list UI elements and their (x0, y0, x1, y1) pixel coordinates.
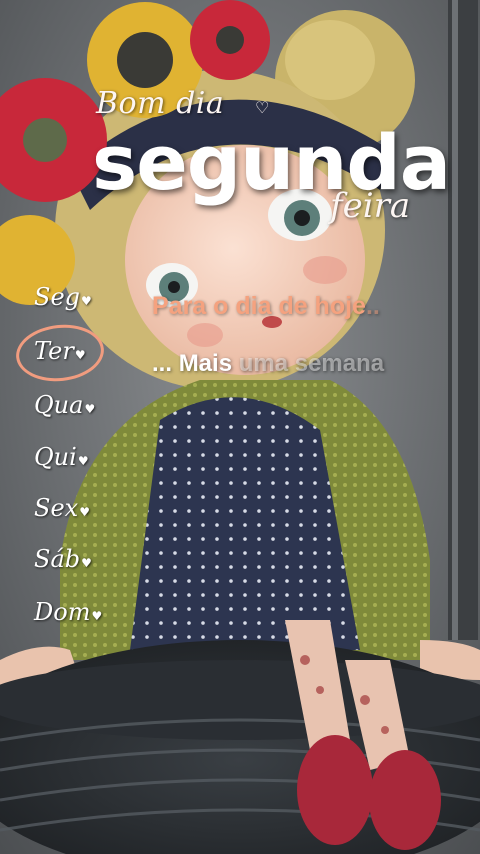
weekday-sex: Sex♥ (34, 494, 90, 522)
weekday-sab: Sáb♥ (34, 545, 92, 573)
caption-line-1-trail: .. (365, 292, 380, 320)
weekday-dom: Dom♥ (34, 598, 103, 626)
caption-line-2-fade: uma semana (238, 350, 385, 377)
caption-line-2-main: Mais (178, 350, 233, 377)
caption-line-2-lead: ... (152, 350, 173, 377)
caption-line-2: ... Mais uma semana (152, 350, 384, 378)
weekday-list: Seg♥ Ter♥ Qua♥ Qui♥ Sex♥ Sáb♥ Dom♥ (18, 0, 128, 854)
day-suffix: feira (330, 186, 411, 226)
caption-line-1-main: Para o dia de hoje (152, 292, 366, 320)
weekday-seg: Seg♥ (34, 283, 92, 311)
heart-icon: ♡ (255, 98, 270, 117)
caption-line-1: Para o dia de hoje.. (152, 292, 380, 321)
weekday-qua: Qua♥ (34, 391, 96, 419)
weekday-qui: Qui♥ (34, 443, 89, 471)
